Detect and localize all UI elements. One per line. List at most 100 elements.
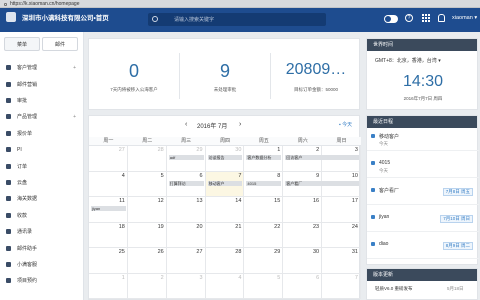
calendar-event[interactable]: 移动客户	[207, 180, 243, 186]
calendar-day-cell[interactable]: 16	[283, 197, 323, 223]
expand-icon[interactable]: +	[73, 114, 76, 120]
sidebar-item[interactable]: 收款	[0, 208, 84, 224]
stat-pending-approvals[interactable]: 9 未处理审批	[180, 39, 270, 111]
calendar-next-button[interactable]: ›	[239, 121, 241, 128]
calendar-event[interactable]: 客户数据分析	[246, 155, 282, 160]
day-number: 8	[277, 172, 281, 179]
schedule-item[interactable]: 移动客户 今天	[367, 129, 479, 151]
sidebar-item-label: 云盘	[17, 180, 28, 187]
schedule-item[interactable]: 客户看厂 7月8日 周五	[367, 183, 479, 205]
calendar-day-cell[interactable]: 30	[283, 248, 323, 274]
calendar-day-cell[interactable]: 2	[127, 273, 167, 299]
sidebar-item[interactable]: 客户管理 +	[0, 60, 84, 76]
sidebar-item[interactable]: 报价单	[0, 126, 84, 142]
calendar-event[interactable]: 4015	[246, 180, 282, 186]
calendar-event[interactable]: 打算拜访	[168, 180, 204, 186]
day-number: 28	[157, 147, 164, 153]
calendar-day-cell[interactable]: 12	[127, 197, 167, 223]
day-number: 11	[119, 198, 125, 204]
version-text[interactable]: 轻质V6.0 重磅发布	[375, 286, 413, 292]
event-icon	[371, 188, 375, 192]
sidebar-item[interactable]: 产品管理 +	[0, 109, 84, 125]
schedule-item[interactable]: diao 8月9日 周二	[367, 237, 479, 259]
search-input[interactable]: 请输入搜索关键字	[174, 16, 214, 23]
calendar-day-cell[interactable]: 22	[244, 222, 284, 248]
day-number: 1	[121, 274, 125, 281]
calendar-day-cell[interactable]: 29	[244, 248, 284, 274]
stat-order-target[interactable]: 20809… 目标订单金额：50000	[271, 39, 361, 111]
menu-icon	[6, 245, 11, 251]
menu-icon	[6, 65, 11, 71]
calendar-day-cell[interactable]: 21	[205, 222, 245, 248]
calendar-day-cell[interactable]: 3	[166, 273, 206, 299]
calendar-day-cell[interactable]: 4	[205, 273, 245, 299]
stat-label: 目标订单金额：50000	[293, 87, 338, 92]
calendar-day-cell[interactable]: 6	[283, 273, 323, 299]
calendar-day-cell[interactable]: 14	[205, 197, 245, 223]
calendar-day-cell[interactable]: 5	[127, 171, 167, 197]
search-box[interactable]: 请输入搜索关键字	[148, 13, 326, 26]
day-number: 2	[316, 147, 320, 153]
apps-grid-icon[interactable]	[422, 14, 430, 22]
tab-mail[interactable]: 邮件	[42, 37, 78, 51]
sidebar-item[interactable]: 通讯录	[0, 224, 84, 240]
calendar-day-cell[interactable]: 23	[283, 222, 323, 248]
company-logo[interactable]	[6, 12, 16, 22]
day-number: 2	[160, 274, 164, 281]
search-icon[interactable]	[152, 16, 158, 22]
calendar-day-cell[interactable]: 27	[89, 146, 128, 172]
sidebar-item[interactable]: 审批	[0, 93, 84, 109]
calendar-day-cell[interactable]: 20	[166, 222, 206, 248]
tab-menu[interactable]: 菜单	[4, 37, 40, 51]
toggle-switch[interactable]	[384, 15, 398, 23]
stats-panel: 0 7天内将被移入公海客户 9 未处理审批 20809… 目标订单金额：5000…	[88, 38, 360, 110]
calendar-day-cell[interactable]: 7	[322, 273, 361, 299]
expand-icon[interactable]: +	[73, 65, 76, 71]
address-bar[interactable]: https://k.xiaoman.cn/homepage	[4, 1, 80, 7]
schedule-item[interactable]: jiyan 7月10日 周日	[367, 210, 479, 232]
calendar-event[interactable]: adf	[168, 155, 204, 160]
stat-public-pool[interactable]: 0 7天内将被移入公海客户	[89, 39, 179, 111]
sidebar-item-label: 项目预约	[17, 278, 38, 285]
calendar-day-cell[interactable]: 4	[89, 171, 128, 197]
calendar-day-cell[interactable]: 24	[322, 222, 361, 248]
calendar-event[interactable]: jiyan	[91, 206, 126, 211]
sidebar-item[interactable]: 小满客服	[0, 257, 84, 273]
calendar-event[interactable]: 访谈报告	[207, 155, 243, 160]
calendar-today-button[interactable]: ▪ 今天	[339, 121, 352, 128]
sidebar-item[interactable]: PI	[0, 142, 84, 158]
timezone-select[interactable]: GMT+8：北京，香港，台湾 ▾	[375, 57, 441, 64]
calendar-day-cell[interactable]: 1	[89, 273, 128, 299]
calendar-day-cell[interactable]: 25	[89, 248, 128, 274]
calendar-day-cell[interactable]: 26	[127, 248, 167, 274]
sidebar-item-label: 邮件营销	[17, 81, 38, 88]
day-number: 20	[196, 223, 203, 230]
calendar-day-cell[interactable]: 27	[166, 248, 206, 274]
calendar-day-cell[interactable]: 28	[127, 146, 167, 172]
calendar-day-cell[interactable]: 19	[127, 222, 167, 248]
day-number: 7	[238, 172, 242, 179]
lock-icon	[4, 2, 7, 6]
sidebar-item[interactable]: 邮件助手	[0, 240, 84, 256]
schedule-item[interactable]: 4015 今天	[367, 156, 479, 178]
calendar-event[interactable]: 回访客户	[285, 155, 359, 160]
weekday-header: 周三	[166, 137, 206, 146]
user-menu[interactable]: xiaoman ▾	[452, 15, 477, 21]
calendar-day-cell[interactable]: 18	[89, 222, 128, 248]
calendar-day-cell[interactable]: 28	[205, 248, 245, 274]
sidebar-item[interactable]: 订单	[0, 158, 84, 174]
calendar-day-cell[interactable]: 17	[322, 197, 361, 223]
help-icon[interactable]: ?	[405, 14, 413, 22]
sidebar-item[interactable]: 海关数据	[0, 191, 84, 207]
sidebar-item[interactable]: 云盘	[0, 175, 84, 191]
calendar-day-cell[interactable]: 15	[244, 197, 284, 223]
calendar-day-cell[interactable]: 31	[322, 248, 361, 274]
calendar-day-cell[interactable]: 5	[244, 273, 284, 299]
bell-icon[interactable]	[438, 14, 445, 22]
calendar-day-cell[interactable]: 13	[166, 197, 206, 223]
sidebar-item[interactable]: 项目预约	[0, 273, 84, 289]
calendar-event[interactable]: 客户看厂	[285, 180, 359, 186]
day-number: 4	[238, 274, 242, 281]
calendar-prev-button[interactable]: ‹	[185, 121, 187, 128]
sidebar-item[interactable]: 邮件营销	[0, 76, 84, 92]
